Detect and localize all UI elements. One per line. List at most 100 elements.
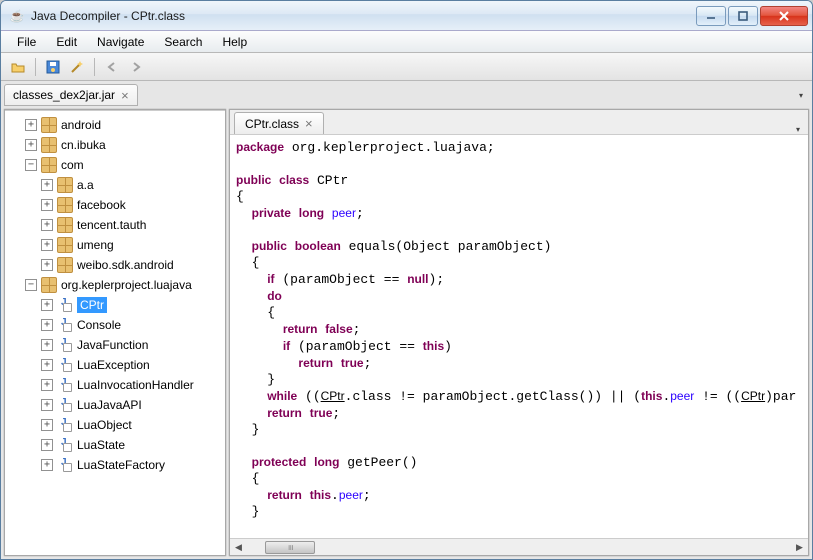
project-tab-row: classes_dex2jar.jar × ▾ xyxy=(4,84,809,106)
expand-icon[interactable]: + xyxy=(25,119,37,131)
toolbar-separator xyxy=(94,58,95,76)
expand-icon[interactable]: + xyxy=(41,299,53,311)
scroll-left-icon[interactable]: ◀ xyxy=(230,539,247,555)
h-scrollbar[interactable]: ◀ ▶ xyxy=(230,538,808,555)
tree-label: facebook xyxy=(77,198,126,212)
tree-label: a.a xyxy=(77,178,94,192)
expand-icon[interactable]: + xyxy=(41,239,53,251)
class-icon xyxy=(57,357,73,373)
nav-back-button[interactable] xyxy=(101,56,123,78)
menu-edit[interactable]: Edit xyxy=(46,31,87,52)
menu-navigate[interactable]: Navigate xyxy=(87,31,154,52)
tree-label: JavaFunction xyxy=(77,338,148,352)
tree-label: weibo.sdk.android xyxy=(77,258,174,272)
package-icon xyxy=(41,277,57,293)
scroll-thumb[interactable] xyxy=(265,541,315,554)
menu-bar: File Edit Navigate Search Help xyxy=(1,31,812,53)
tree-label: LuaInvocationHandler xyxy=(77,378,194,392)
expand-icon[interactable]: + xyxy=(41,339,53,351)
tree-class-JavaFunction[interactable]: + JavaFunction xyxy=(5,335,225,355)
open-file-button[interactable] xyxy=(7,56,29,78)
save-button[interactable] xyxy=(42,56,64,78)
project-tab-dropdown[interactable]: ▾ xyxy=(799,91,803,100)
tree-package-tencent-tauth[interactable]: + tencent.tauth xyxy=(5,215,225,235)
window-controls xyxy=(696,6,808,26)
application-window: ☕ Java Decompiler - CPtr.class File Edit… xyxy=(0,0,813,560)
package-icon xyxy=(57,197,73,213)
tree-class-CPtr[interactable]: + CPtr xyxy=(5,295,225,315)
class-icon xyxy=(57,417,73,433)
tree-label: Console xyxy=(77,318,121,332)
tree-class-LuaJavaAPI[interactable]: + LuaJavaAPI xyxy=(5,395,225,415)
editor-panel: CPtr.class × ▾ package org.keplerproject… xyxy=(229,109,809,556)
expand-icon[interactable]: + xyxy=(41,359,53,371)
arrow-right-icon xyxy=(130,61,142,73)
editor-tab-row: CPtr.class × ▾ xyxy=(230,110,808,135)
maximize-button[interactable] xyxy=(728,6,758,26)
tree-class-Console[interactable]: + Console xyxy=(5,315,225,335)
tree-package-umeng[interactable]: +umeng xyxy=(5,235,225,255)
tree-label: CPtr xyxy=(77,297,107,313)
expand-icon[interactable]: + xyxy=(41,399,53,411)
jar-tab[interactable]: classes_dex2jar.jar × xyxy=(4,84,138,106)
code-editor[interactable]: package org.keplerproject.luajava; publi… xyxy=(230,135,808,538)
package-tree[interactable]: + android + cn.ibuka − com + a.a + facebook + tence… xyxy=(5,110,225,555)
collapse-icon[interactable]: − xyxy=(25,279,37,291)
tree-package-android[interactable]: + android xyxy=(5,115,225,135)
tree-label: tencent.tauth xyxy=(77,218,146,232)
tree-class-LuaObject[interactable]: + LuaObject xyxy=(5,415,225,435)
scroll-right-icon[interactable]: ▶ xyxy=(791,539,808,555)
tree-label: cn.ibuka xyxy=(61,138,106,152)
minimize-button[interactable] xyxy=(696,6,726,26)
window-title: Java Decompiler - CPtr.class xyxy=(31,9,696,23)
tree-label: LuaObject xyxy=(77,418,132,432)
editor-tab-label: CPtr.class xyxy=(245,117,299,131)
class-icon xyxy=(57,457,73,473)
tree-label: LuaState xyxy=(77,438,125,452)
close-button[interactable] xyxy=(760,6,808,26)
class-icon xyxy=(57,317,73,333)
jar-tab-close[interactable]: × xyxy=(121,89,129,102)
tree-class-LuaException[interactable]: +LuaException xyxy=(5,355,225,375)
class-icon xyxy=(57,377,73,393)
wand-button[interactable] xyxy=(66,56,88,78)
menu-help[interactable]: Help xyxy=(212,31,257,52)
tree-class-LuaState[interactable]: + LuaState xyxy=(5,435,225,455)
tree-label: android xyxy=(61,118,101,132)
expand-icon[interactable]: + xyxy=(41,459,53,471)
folder-open-icon xyxy=(10,59,26,75)
tree-label: com xyxy=(61,158,84,172)
tree-class-LuaStateFactory[interactable]: +LuaStateFactory xyxy=(5,455,225,475)
tree-class-LuaInvocationHandler[interactable]: + LuaInvocationHandler xyxy=(5,375,225,395)
tree-package-kepler[interactable]: − org.keplerproject.luajava xyxy=(5,275,225,295)
expand-icon[interactable]: + xyxy=(41,419,53,431)
tree-package-a-a[interactable]: + a.a xyxy=(5,175,225,195)
editor-tab[interactable]: CPtr.class × xyxy=(234,112,324,134)
tree-label: org.keplerproject.luajava xyxy=(61,278,192,292)
expand-icon[interactable]: + xyxy=(41,219,53,231)
scroll-track[interactable] xyxy=(247,539,791,555)
tree-package-facebook[interactable]: + facebook xyxy=(5,195,225,215)
tree-package-weibo-sdk-android[interactable]: + weibo.sdk.android xyxy=(5,255,225,275)
expand-icon[interactable]: + xyxy=(41,319,53,331)
tree-package-cn.ibuka[interactable]: + cn.ibuka xyxy=(5,135,225,155)
expand-icon[interactable]: + xyxy=(41,179,53,191)
arrow-left-icon xyxy=(106,61,118,73)
wand-icon xyxy=(69,59,85,75)
package-icon xyxy=(57,237,73,253)
expand-icon[interactable]: + xyxy=(41,379,53,391)
tree-label: LuaJavaAPI xyxy=(77,398,142,412)
editor-tab-dropdown[interactable]: ▾ xyxy=(796,125,800,134)
menu-search[interactable]: Search xyxy=(154,31,212,52)
collapse-icon[interactable]: − xyxy=(25,159,37,171)
expand-icon[interactable]: + xyxy=(41,439,53,451)
expand-icon[interactable]: + xyxy=(25,139,37,151)
expand-icon[interactable]: + xyxy=(41,199,53,211)
tree-package-com[interactable]: − com xyxy=(5,155,225,175)
split-panels: + android + cn.ibuka − com + a.a + facebook + tence… xyxy=(4,109,809,556)
title-bar[interactable]: ☕ Java Decompiler - CPtr.class xyxy=(1,1,812,31)
nav-forward-button[interactable] xyxy=(125,56,147,78)
editor-tab-close[interactable]: × xyxy=(305,116,313,131)
expand-icon[interactable]: + xyxy=(41,259,53,271)
menu-file[interactable]: File xyxy=(7,31,46,52)
